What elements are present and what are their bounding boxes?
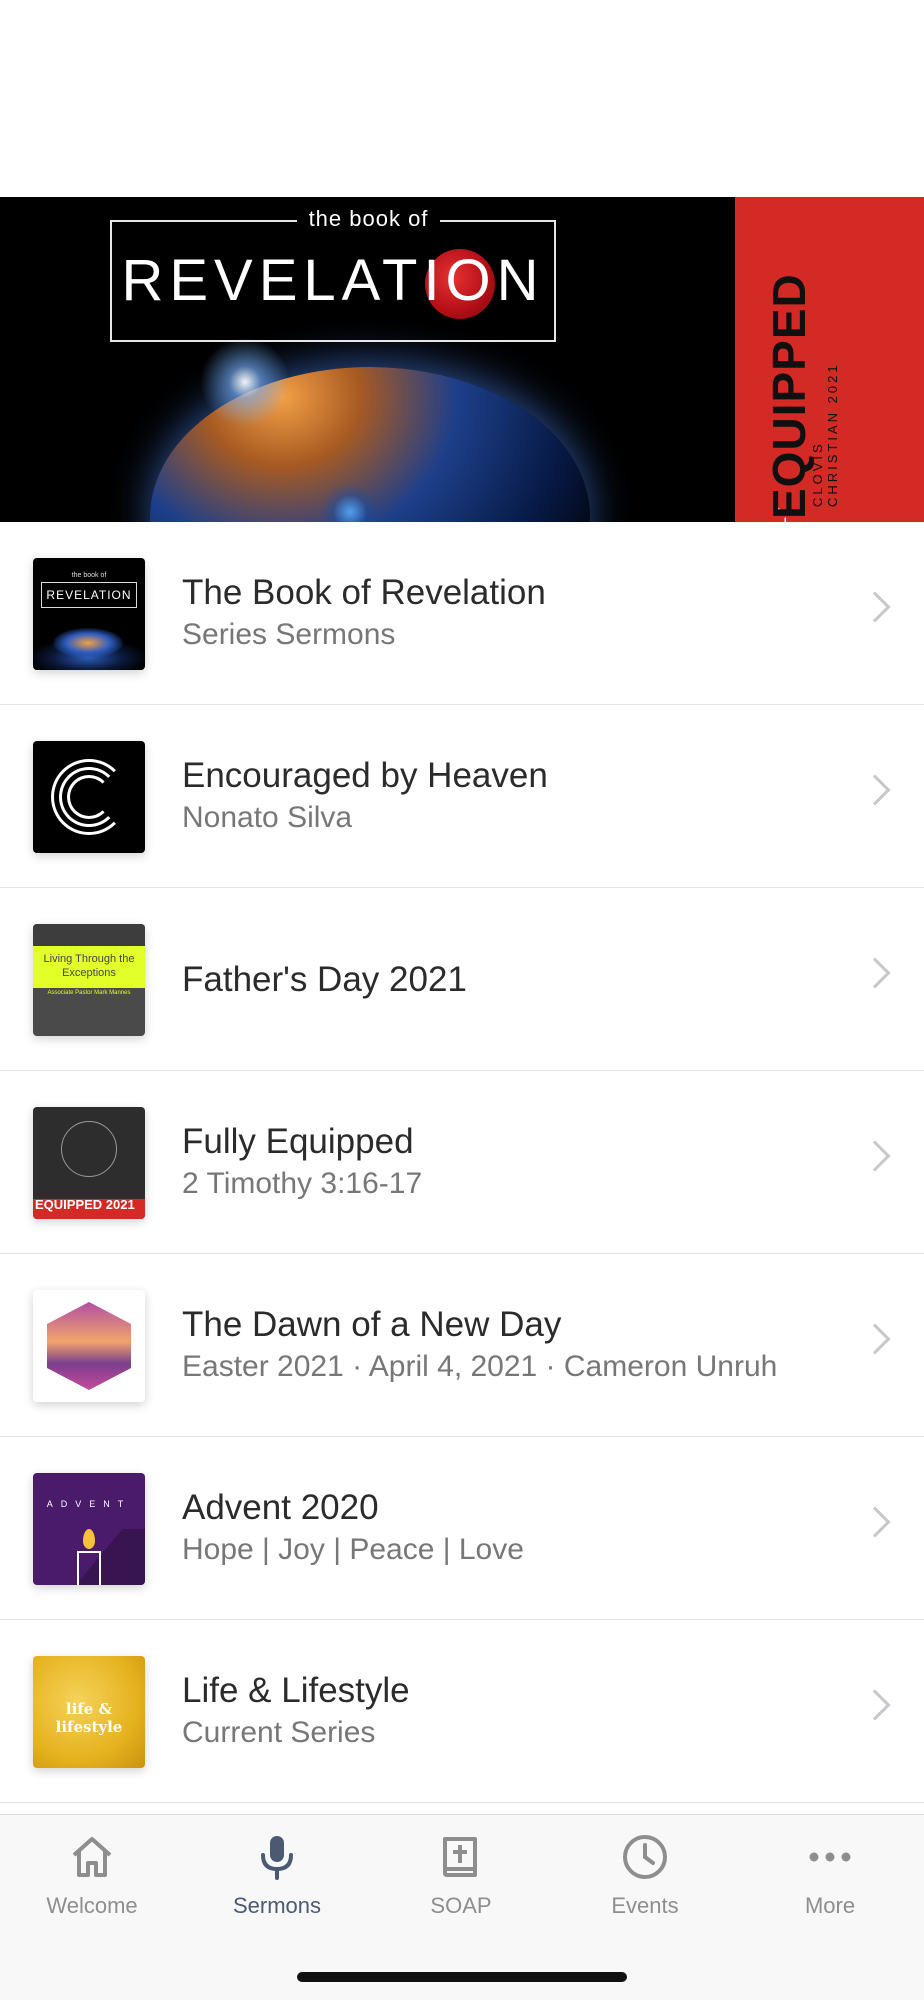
series-thumbnail bbox=[33, 1290, 145, 1402]
home-icon bbox=[68, 1833, 116, 1881]
thumb-subtitle: the book of bbox=[71, 572, 107, 579]
item-title: Encouraged by Heaven bbox=[182, 755, 548, 795]
list-item[interactable]: the book of REVELATION The Book of Revel… bbox=[0, 522, 924, 705]
chevron-right-icon bbox=[859, 774, 891, 806]
c-logo-ring bbox=[67, 775, 111, 819]
tab-more[interactable]: More bbox=[760, 1833, 900, 1943]
clovis-label: CLOVIS CHRISTIAN 2021 bbox=[810, 362, 840, 507]
tab-label: More bbox=[804, 1893, 856, 1918]
sermon-list: the book of REVELATION The Book of Revel… bbox=[0, 522, 924, 1803]
thumb-earth bbox=[53, 628, 123, 658]
item-title: Father's Day 2021 bbox=[182, 959, 467, 999]
thumb-title: Living Through the Exceptions bbox=[33, 946, 145, 988]
item-subtitle: Current Series bbox=[182, 1715, 376, 1749]
hero-title: REVELATION bbox=[121, 248, 545, 313]
series-thumbnail: life & lifestyle bbox=[33, 1656, 145, 1768]
list-item[interactable]: EQUIPPED 2021 Fully Equipped 2 Timothy 3… bbox=[0, 1071, 924, 1254]
clock-icon bbox=[621, 1833, 669, 1881]
item-subtitle: Easter 2021 · April 4, 2021 · Cameron Un… bbox=[182, 1349, 778, 1383]
thumb-title: life & lifestyle bbox=[55, 1700, 123, 1736]
item-title: The Book of Revelation bbox=[182, 572, 546, 612]
chevron-right-icon bbox=[859, 1689, 891, 1721]
microphone-icon bbox=[253, 1833, 301, 1881]
fully-equipped-logo: FULLY EQUIPPED CLOVIS CHRISTIAN 2021 bbox=[763, 273, 840, 522]
tab-welcome[interactable]: Welcome bbox=[22, 1833, 162, 1943]
list-item[interactable]: Encouraged by Heaven Nonato Silva bbox=[0, 705, 924, 888]
tab-label: Welcome bbox=[46, 1893, 138, 1918]
candle-icon bbox=[77, 1551, 101, 1585]
chevron-right-icon bbox=[859, 1140, 891, 1172]
series-thumbnail: ADVENT bbox=[33, 1473, 145, 1585]
series-thumbnail bbox=[33, 741, 145, 853]
item-title: The Dawn of a New Day bbox=[182, 1304, 562, 1344]
home-indicator[interactable] bbox=[297, 1972, 627, 1982]
tab-label: Sermons bbox=[232, 1893, 322, 1918]
tab-sermons[interactable]: Sermons bbox=[207, 1833, 347, 1943]
list-item[interactable]: The Dawn of a New Day Easter 2021 · Apri… bbox=[0, 1254, 924, 1437]
list-item[interactable]: life & lifestyle Life & Lifestyle Curren… bbox=[0, 1620, 924, 1803]
item-subtitle: Nonato Silva bbox=[182, 800, 353, 834]
hero-artwork: the book of REVELATION bbox=[0, 197, 735, 522]
hero-subtitle: the book of bbox=[0, 206, 735, 232]
ellipsis-icon bbox=[806, 1833, 854, 1881]
equipped-label: EQUIPPED bbox=[763, 273, 815, 519]
thumb-texture bbox=[33, 924, 145, 946]
chevron-right-icon bbox=[859, 1323, 891, 1355]
sunrise-hexagon-image bbox=[47, 1302, 131, 1390]
thumb-title: REVELATION bbox=[41, 582, 137, 608]
tab-label: Events bbox=[611, 1893, 679, 1918]
thumb-title: ADVENT bbox=[46, 1499, 132, 1509]
list-item[interactable]: Living Through the Exceptions Associate … bbox=[0, 888, 924, 1071]
chevron-right-icon bbox=[859, 1506, 891, 1538]
list-item[interactable]: ADVENT Advent 2020 Hope | Joy | Peace | … bbox=[0, 1437, 924, 1620]
chevron-right-icon bbox=[859, 957, 891, 989]
status-area bbox=[0, 0, 924, 197]
series-thumbnail: the book of REVELATION bbox=[33, 558, 145, 670]
item-title: Fully Equipped bbox=[182, 1121, 414, 1161]
thumb-title: EQUIPPED 2021 bbox=[35, 1197, 135, 1212]
tab-events[interactable]: Events bbox=[575, 1833, 715, 1943]
candle-flame-icon bbox=[83, 1529, 95, 1549]
series-thumbnail: Living Through the Exceptions Associate … bbox=[33, 924, 145, 1036]
bible-icon bbox=[437, 1833, 485, 1881]
hero-banner[interactable]: the book of REVELATION FULLY EQUIPPED CL… bbox=[0, 197, 924, 522]
item-subtitle: 2 Timothy 3:16-17 bbox=[182, 1166, 423, 1200]
light-flare bbox=[200, 337, 290, 427]
item-title: Life & Lifestyle bbox=[182, 1670, 410, 1710]
item-subtitle: Hope | Joy | Peace | Love bbox=[182, 1532, 524, 1566]
tab-label: SOAP bbox=[430, 1893, 492, 1918]
chevron-right-icon bbox=[859, 591, 891, 623]
item-title: Advent 2020 bbox=[182, 1487, 379, 1527]
tab-soap[interactable]: SOAP bbox=[391, 1833, 531, 1943]
thumb-caption: Associate Pastor Mark Mannes bbox=[47, 990, 131, 996]
emblem-icon bbox=[61, 1121, 117, 1177]
series-thumbnail: EQUIPPED 2021 bbox=[33, 1107, 145, 1219]
item-subtitle: Series Sermons bbox=[182, 617, 396, 651]
